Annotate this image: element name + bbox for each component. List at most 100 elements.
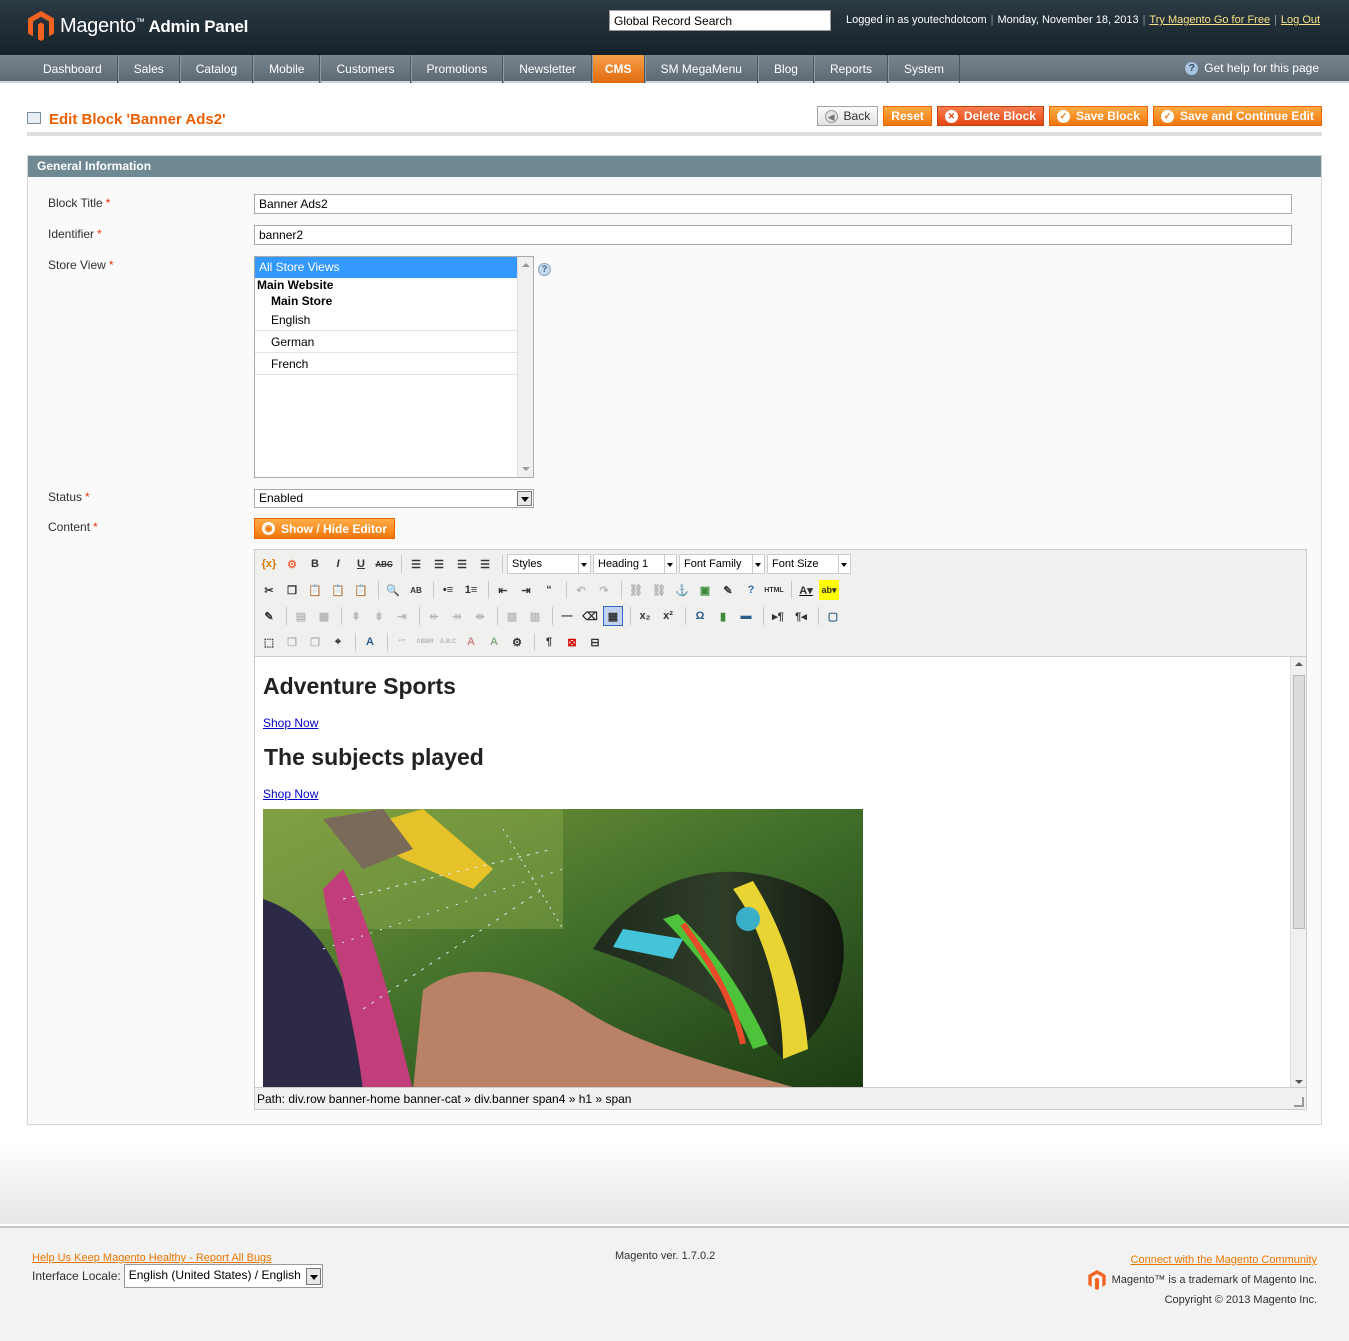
logout-link[interactable]: Log Out [1281, 14, 1320, 26]
store-view-option-english[interactable]: English [255, 309, 517, 331]
undo-icon[interactable]: ↶ [571, 580, 591, 600]
unlink-icon[interactable]: ⛓ [649, 580, 669, 600]
editor-scrollbar[interactable] [1290, 657, 1306, 1087]
status-select[interactable]: Enabled [254, 489, 534, 508]
format-select[interactable]: Heading 1 [593, 554, 677, 574]
editor-resize-handle[interactable] [1294, 1097, 1304, 1107]
align-right-icon[interactable]: ☰ [452, 554, 472, 574]
store-view-scrollbar[interactable] [517, 257, 533, 477]
nav-sm-megamenu[interactable]: SM MegaMenu [644, 55, 758, 83]
nav-blog[interactable]: Blog [757, 55, 814, 83]
superscript-icon[interactable]: x² [658, 606, 678, 626]
font-size-select[interactable]: Font Size [767, 554, 851, 574]
outdent-icon[interactable]: ⇤ [493, 580, 513, 600]
store-view-option-french[interactable]: French [255, 353, 517, 375]
styles-select[interactable]: Styles [507, 554, 591, 574]
paste-icon[interactable]: 📋 [305, 580, 325, 600]
subscript-icon[interactable]: x₂ [635, 606, 655, 626]
acronym-icon[interactable]: A.B.C [438, 632, 458, 652]
merge-cells-icon[interactable]: ▥ [525, 606, 545, 626]
try-magento-go-link[interactable]: Try Magento Go for Free [1149, 14, 1270, 26]
align-center-icon[interactable]: ☰ [429, 554, 449, 574]
store-view-option-german[interactable]: German [255, 331, 517, 353]
reset-button[interactable]: Reset [883, 106, 932, 126]
bold-icon[interactable]: B [305, 554, 325, 574]
remove-format-icon[interactable]: ⌫ [580, 606, 600, 626]
pagebreak-icon[interactable]: ⊟ [585, 632, 605, 652]
nav-promotions[interactable]: Promotions [410, 55, 504, 83]
background-color-icon[interactable]: ab▾ [819, 580, 839, 600]
content-shop-now-link-2[interactable]: Shop Now [263, 787, 1283, 801]
block-title-input[interactable] [254, 194, 1292, 214]
move-forward-icon[interactable]: ❐ [282, 632, 302, 652]
banner-photo-cyclist[interactable] [263, 809, 863, 1088]
attributes-icon[interactable]: ⚙ [507, 632, 527, 652]
fullscreen-icon[interactable]: ▢ [823, 606, 843, 626]
scroll-down-icon[interactable] [522, 467, 530, 471]
abbr-icon[interactable]: ABBR [415, 632, 435, 652]
nav-system[interactable]: System [888, 55, 961, 83]
paste-text-icon[interactable]: 📋 [328, 580, 348, 600]
advanced-hr-icon[interactable]: ▬ [736, 606, 756, 626]
magento-logo[interactable]: Magento™ Admin Panel [28, 10, 248, 42]
nav-catalog[interactable]: Catalog [179, 55, 254, 83]
underline-icon[interactable]: U [351, 554, 371, 574]
ltr-icon[interactable]: ▸¶ [768, 606, 788, 626]
editor-content-area[interactable]: Adventure Sports Shop Now The subjects p… [255, 656, 1306, 1088]
replace-icon[interactable]: AB [406, 580, 426, 600]
cleanup-icon[interactable]: ✎ [718, 580, 738, 600]
store-view-multiselect[interactable]: All Store Views Main Website Main Store … [254, 256, 534, 478]
align-left-icon[interactable]: ☰ [406, 554, 426, 574]
cut-icon[interactable]: ✂ [259, 580, 279, 600]
show-hide-editor-button[interactable]: ◉ Show / Hide Editor [254, 518, 396, 539]
redo-icon[interactable]: ↷ [594, 580, 614, 600]
store-view-option-all[interactable]: All Store Views [255, 257, 517, 278]
italic-icon[interactable]: I [328, 554, 348, 574]
align-justify-icon[interactable]: ☰ [475, 554, 495, 574]
copy-icon[interactable]: ❐ [282, 580, 302, 600]
bullet-list-icon[interactable]: •≡ [438, 580, 458, 600]
insert-col-after-icon[interactable]: ⇸ [447, 606, 467, 626]
media-icon[interactable]: ▮ [713, 606, 733, 626]
table-row-props-icon[interactable]: ▤ [291, 606, 311, 626]
table-cell-props-icon[interactable]: ▦ [314, 606, 334, 626]
help-link[interactable]: ? Get help for this page [1185, 61, 1319, 75]
special-char-icon[interactable]: Ω [690, 606, 710, 626]
save-continue-button[interactable]: ✓ Save and Continue Edit [1152, 106, 1322, 126]
nav-customers[interactable]: Customers [320, 55, 411, 83]
delete-row-icon[interactable]: ⇥ [392, 606, 412, 626]
nonbreaking-icon[interactable]: ⊠ [562, 632, 582, 652]
styleprops-icon[interactable]: A [360, 632, 380, 652]
delete-col-icon[interactable]: ⇹ [470, 606, 490, 626]
indent-icon[interactable]: ⇥ [516, 580, 536, 600]
visual-aid-icon[interactable]: ▦ [603, 606, 623, 626]
nav-cms[interactable]: CMS [591, 55, 645, 83]
insert-col-before-icon[interactable]: ⇷ [424, 606, 444, 626]
text-color-icon[interactable]: A▾ [796, 580, 816, 600]
help-editor-icon[interactable]: ? [741, 580, 761, 600]
nav-newsletter[interactable]: Newsletter [503, 55, 592, 83]
rtl-icon[interactable]: ¶◂ [791, 606, 811, 626]
strikethrough-icon[interactable]: ABC [374, 554, 394, 574]
insert-row-before-icon[interactable]: ⇞ [346, 606, 366, 626]
nav-mobile[interactable]: Mobile [253, 55, 321, 83]
insert-widget-icon[interactable]: ⚙ [282, 554, 302, 574]
scroll-thumb[interactable] [1293, 675, 1305, 929]
community-link[interactable]: Connect with the Magento Community [1131, 1254, 1317, 1266]
global-record-search-input[interactable] [609, 10, 831, 31]
nav-reports[interactable]: Reports [813, 55, 888, 83]
insert-layer-icon[interactable]: ⬚ [259, 632, 279, 652]
del-icon[interactable]: A [461, 632, 481, 652]
nav-dashboard[interactable]: Dashboard [28, 55, 118, 83]
insert-row-after-icon[interactable]: ⇟ [369, 606, 389, 626]
ins-icon[interactable]: A [484, 632, 504, 652]
scroll-up-icon[interactable] [1295, 662, 1303, 666]
move-backward-icon[interactable]: ❐ [305, 632, 325, 652]
interface-locale-select[interactable]: English (United States) / English [123, 1264, 323, 1288]
identifier-input[interactable] [254, 225, 1292, 245]
store-view-help-icon[interactable]: ? [538, 263, 551, 276]
nav-sales[interactable]: Sales [117, 55, 180, 83]
find-icon[interactable]: 🔍 [383, 580, 403, 600]
scroll-down-icon[interactable] [1295, 1080, 1303, 1084]
report-bugs-link[interactable]: Help Us Keep Magento Healthy - Report Al… [32, 1252, 272, 1264]
